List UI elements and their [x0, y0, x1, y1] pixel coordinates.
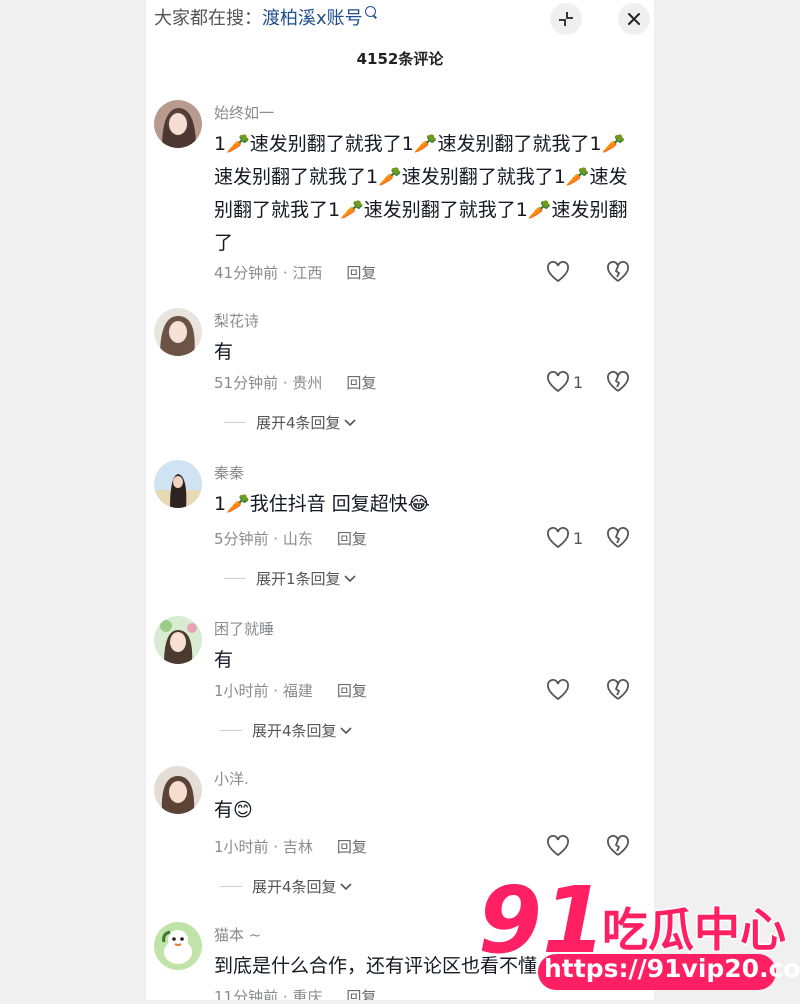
chevron-down-icon — [343, 418, 356, 426]
comment-text: 有😊 — [214, 799, 253, 821]
comment-username[interactable]: 秦秦 — [214, 462, 244, 483]
comment-time-location: 11分钟前 · 重庆 — [214, 988, 323, 1000]
expand-replies-button[interactable]: 展开4条回复 — [220, 876, 352, 897]
comment-meta: 51分钟前 · 贵州 回复 — [214, 372, 376, 393]
expand-replies-label: 展开4条回复 — [252, 722, 337, 740]
comment-time-location: 41分钟前 · 江西 — [214, 264, 323, 282]
like-count: 1 — [573, 528, 584, 548]
broken-heart-icon — [607, 371, 629, 392]
broken-heart-icon — [607, 679, 629, 700]
comment-time-location: 51分钟前 · 贵州 — [214, 374, 323, 392]
watermark-logo: 91 吃瓜中心 https://91vip20.com — [474, 866, 800, 1000]
collapse-icon — [559, 12, 573, 26]
heart-icon — [547, 527, 569, 549]
comments-panel: 大家都在搜：渡柏溪x账号 4152条评论 始终如一 1🥕速发别翻了就我了1🥕速发… — [146, 0, 654, 1000]
reply-button[interactable]: 回复 — [346, 264, 376, 282]
expand-replies-button[interactable]: 展开1条回复 — [224, 568, 356, 589]
avatar[interactable] — [154, 460, 202, 508]
divider — [224, 422, 246, 423]
avatar[interactable] — [154, 616, 202, 664]
search-icon — [364, 6, 376, 17]
comment-time-location: 5分钟前 · 山东 — [214, 530, 313, 548]
like-count: 1 — [573, 372, 584, 392]
reply-button[interactable]: 回复 — [337, 682, 367, 700]
like-button[interactable]: 1 — [546, 371, 583, 393]
comment-username[interactable]: 猫本 ~ — [214, 924, 261, 945]
comment-text: 有 — [214, 649, 234, 671]
expand-replies-label: 展开4条回复 — [256, 414, 341, 432]
chevron-down-icon — [339, 726, 352, 734]
avatar[interactable] — [154, 922, 202, 970]
heart-icon — [547, 835, 569, 857]
comment-username[interactable]: 困了就睡 — [214, 618, 274, 639]
expand-replies-button[interactable]: 展开4条回复 — [220, 720, 352, 741]
heart-icon — [547, 679, 569, 701]
dislike-button[interactable] — [606, 527, 630, 553]
dislike-button[interactable] — [606, 679, 630, 705]
watermark-url: https://91vip20.com — [544, 954, 800, 983]
comment-username[interactable]: 梨花诗 — [214, 310, 259, 331]
broken-heart-icon — [607, 261, 629, 282]
comment-meta: 11分钟前 · 重庆 回复 — [214, 986, 376, 1000]
comment-time-location: 1小时前 · 吉林 — [214, 838, 313, 856]
comment-meta: 1小时前 · 福建 回复 — [214, 680, 367, 701]
comment-item: 困了就睡 有 1小时前 · 福建 回复 展开4条回复 — [154, 616, 646, 746]
comment-text: 1🥕我住抖音 回复超快😂 — [214, 493, 430, 515]
search-suggestion-term[interactable]: 渡柏溪x账号 — [262, 8, 363, 29]
comment-username[interactable]: 小洋. — [214, 768, 249, 789]
search-suggestion[interactable]: 大家都在搜：渡柏溪x账号 — [154, 6, 376, 30]
heart-icon — [547, 371, 569, 393]
comment-username[interactable]: 始终如一 — [214, 102, 274, 123]
divider — [220, 886, 242, 887]
heart-icon — [547, 261, 569, 283]
comment-count: 4152条评论 — [356, 50, 444, 68]
avatar[interactable] — [154, 766, 202, 814]
expand-replies-label: 展开1条回复 — [256, 570, 341, 588]
comment-text: 1🥕速发别翻了就我了1🥕速发别翻了就我了1🥕速发别翻了就我了1🥕速发别翻了就我了… — [214, 133, 628, 254]
reply-button[interactable]: 回复 — [346, 374, 376, 392]
comment-text: 有 — [214, 341, 234, 363]
dislike-button[interactable] — [606, 835, 630, 861]
comment-meta: 1小时前 · 吉林 回复 — [214, 836, 367, 857]
like-button[interactable]: 1 — [546, 527, 583, 549]
dislike-button[interactable] — [606, 371, 630, 397]
comment-item: 始终如一 1🥕速发别翻了就我了1🥕速发别翻了就我了1🥕速发别翻了就我了1🥕速发别… — [154, 100, 646, 290]
comment-item: 梨花诗 有 51分钟前 · 贵州 回复 1 展开4条回复 — [154, 308, 646, 438]
broken-heart-icon — [607, 527, 629, 548]
like-button[interactable] — [546, 835, 573, 857]
close-button[interactable] — [618, 3, 650, 35]
reply-button[interactable]: 回复 — [346, 988, 376, 1000]
reply-button[interactable]: 回复 — [337, 530, 367, 548]
chevron-down-icon — [343, 574, 356, 582]
dislike-button[interactable] — [606, 261, 630, 287]
comment-item: 秦秦 1🥕我住抖音 回复超快😂 5分钟前 · 山东 回复 1 展开1条回复 — [154, 460, 646, 590]
watermark-title: 吃瓜中心 — [602, 903, 786, 957]
divider — [220, 730, 242, 731]
search-suggestion-prefix: 大家都在搜： — [154, 8, 262, 29]
divider — [224, 578, 246, 579]
avatar[interactable] — [154, 308, 202, 356]
comments-header: 大家都在搜：渡柏溪x账号 — [154, 0, 654, 38]
expand-replies-label: 展开4条回复 — [252, 878, 337, 896]
comment-meta: 41分钟前 · 江西 回复 — [214, 262, 376, 283]
like-button[interactable] — [546, 679, 573, 701]
close-icon — [628, 13, 640, 25]
collapse-button[interactable] — [550, 3, 582, 35]
expand-replies-button[interactable]: 展开4条回复 — [224, 412, 356, 433]
chevron-down-icon — [339, 882, 352, 890]
comment-meta: 5分钟前 · 山东 回复 — [214, 528, 367, 549]
reply-button[interactable]: 回复 — [337, 838, 367, 856]
comment-time-location: 1小时前 · 福建 — [214, 682, 313, 700]
like-button[interactable] — [546, 261, 573, 283]
broken-heart-icon — [607, 835, 629, 856]
avatar[interactable] — [154, 100, 202, 148]
